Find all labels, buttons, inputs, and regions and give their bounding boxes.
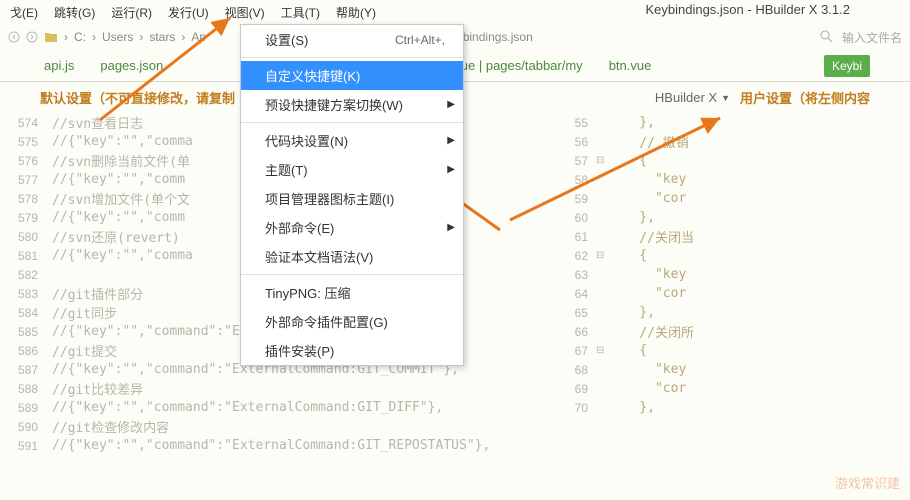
crumb-users[interactable]: Users [102,30,133,44]
menu-goto[interactable]: 跳转(G) [46,1,103,24]
search-input[interactable]: 输入文件名 [842,29,902,46]
dd-separator [241,122,463,123]
code-line[interactable]: 67⊟ { [560,341,910,360]
hbuilder-select[interactable]: HBuilder X ▼ [655,90,730,105]
dd-preset-keys[interactable]: 预设快捷键方案切换(W)▶ [241,90,463,119]
dd-custom-keys[interactable]: 自定义快捷键(K) [241,61,463,90]
code-line[interactable]: 59 "cor [560,189,910,208]
find-icon[interactable] [820,30,834,44]
dd-snippets[interactable]: 代码块设置(N)▶ [241,126,463,155]
dd-separator [241,57,463,58]
tab-api[interactable]: api.js [40,52,78,79]
code-line[interactable]: 64 "cor [560,284,910,303]
code-line[interactable]: 57⊟ { [560,151,910,170]
code-line[interactable]: 61 //关闭当 [560,227,910,246]
tools-dropdown: 设置(S)Ctrl+Alt+, 自定义快捷键(K) 预设快捷键方案切换(W)▶ … [240,24,464,366]
code-line[interactable]: 70 }, [560,398,910,417]
menu-help[interactable]: 帮助(Y) [328,1,384,24]
dd-tinypng[interactable]: TinyPNG: 压缩 [241,278,463,307]
dd-validate[interactable]: 验证本文档语法(V) [241,242,463,271]
code-line[interactable]: 63 "key [560,265,910,284]
watermark: 游戏常识建 [835,473,900,492]
code-line[interactable]: 591//{"key":"","command":"ExternalComman… [0,436,560,455]
menu-publish[interactable]: 发行(U) [160,1,217,24]
code-line[interactable]: 56 // 撤销 [560,132,910,151]
code-line[interactable]: 55 }, [560,113,910,132]
tab-keybindings[interactable]: Keybi [824,55,870,77]
right-editor[interactable]: 55 },56 // 撤销 57⊟ {58 "key59 "cor60 },61… [560,113,910,455]
user-settings-header: 用户设置（将左侧内容 [740,88,870,107]
code-line[interactable]: 68 "key [560,360,910,379]
dd-external[interactable]: 外部命令(E)▶ [241,213,463,242]
code-line[interactable]: 65 }, [560,303,910,322]
code-line[interactable]: 58 "key [560,170,910,189]
dd-ext-config[interactable]: 外部命令插件配置(G) [241,307,463,336]
forward-icon[interactable] [26,31,38,43]
folder-icon [44,31,58,43]
back-icon[interactable] [8,31,20,43]
default-settings-header: 默认设置（不可直接修改，请复制 [40,88,235,107]
code-line[interactable]: 66 //关闭所 [560,322,910,341]
code-line[interactable]: 69 "cor [560,379,910,398]
menu-edit[interactable]: 戈(E) [2,1,46,24]
dd-separator [241,274,463,275]
crumb-c[interactable]: C: [74,30,86,44]
menu-view[interactable]: 视图(V) [217,1,273,24]
code-line[interactable]: 62⊟ { [560,246,910,265]
crumb-stars[interactable]: stars [149,30,175,44]
dd-icon-theme[interactable]: 项目管理器图标主题(I) [241,184,463,213]
dd-plugins[interactable]: 插件安装(P) [241,336,463,365]
breadcrumb: ›C: ›Users ›stars ›Ap [44,30,206,44]
code-line[interactable]: 588//git比较差异 [0,379,560,398]
menu-run[interactable]: 运行(R) [103,1,160,24]
code-line[interactable]: 60 }, [560,208,910,227]
dd-settings[interactable]: 设置(S)Ctrl+Alt+, [241,25,463,54]
crumb-ap[interactable]: Ap [191,30,206,44]
window-title: Keybindings.json - HBuilder X 3.1.2 [645,2,850,17]
menu-tools[interactable]: 工具(T) [273,1,328,24]
dd-theme[interactable]: 主题(T)▶ [241,155,463,184]
code-line[interactable]: 590//git检查修改内容 [0,417,560,436]
tab-btn[interactable]: btn.vue [605,52,656,79]
tab-pages[interactable]: pages.json [96,52,167,79]
code-line[interactable]: 589//{"key":"","command":"ExternalComman… [0,398,560,417]
